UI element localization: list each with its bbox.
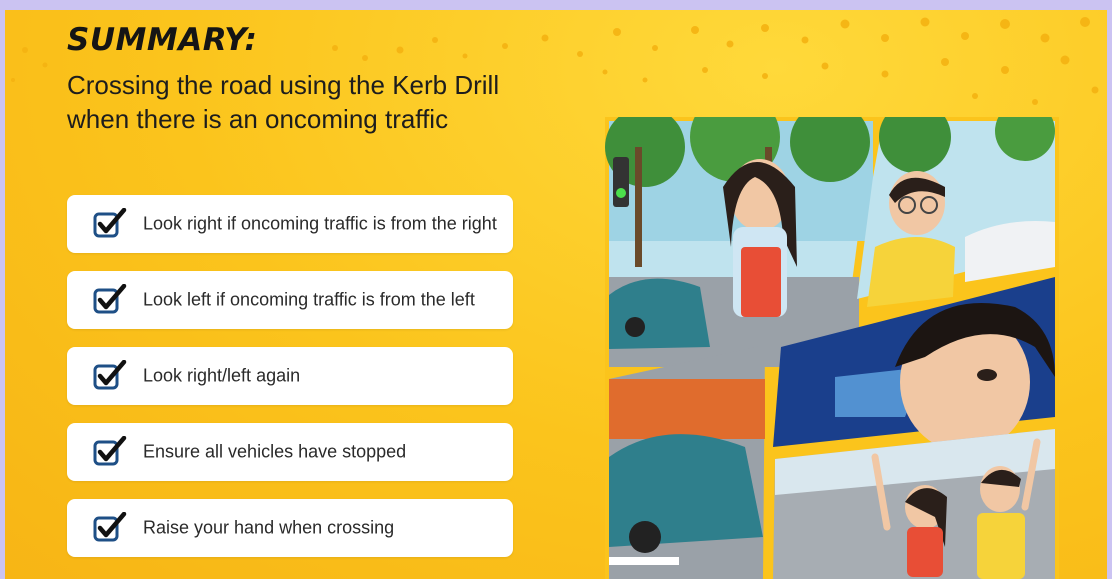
checkbox-checked-icon — [93, 208, 127, 238]
checkbox-checked-icon — [93, 360, 127, 390]
checklist-item-text: Look left if oncoming traffic is from th… — [143, 289, 475, 310]
checklist-item: Ensure all vehicles have stopped — [67, 423, 513, 481]
panel-girl-at-kerb — [605, 117, 873, 367]
panel-car — [609, 345, 765, 579]
checklist-item: Look left if oncoming traffic is from th… — [67, 271, 513, 329]
checklist-item: Raise your hand when crossing — [67, 499, 513, 557]
checkbox-checked-icon — [93, 436, 127, 466]
checklist-item: Look right/left again — [67, 347, 513, 405]
comic-illustration — [605, 117, 1059, 579]
checklist-item-text: Look right/left again — [143, 365, 301, 386]
checkbox-checked-icon — [93, 512, 127, 542]
checklist-item-text: Look right if oncoming traffic is from t… — [143, 213, 497, 234]
checkbox-checked-icon — [93, 284, 127, 314]
checklist-item-text: Ensure all vehicles have stopped — [143, 441, 407, 462]
summary-subtitle: Crossing the road using the Kerb Drill w… — [67, 70, 500, 134]
checklist-item-text: Raise your hand when crossing — [143, 517, 395, 538]
summary-title: SUMMARY: — [67, 22, 258, 58]
checklist-item: Look right if oncoming traffic is from t… — [67, 195, 513, 253]
summary-slide: SUMMARY: Crossing the road using the Ker… — [5, 10, 1107, 579]
